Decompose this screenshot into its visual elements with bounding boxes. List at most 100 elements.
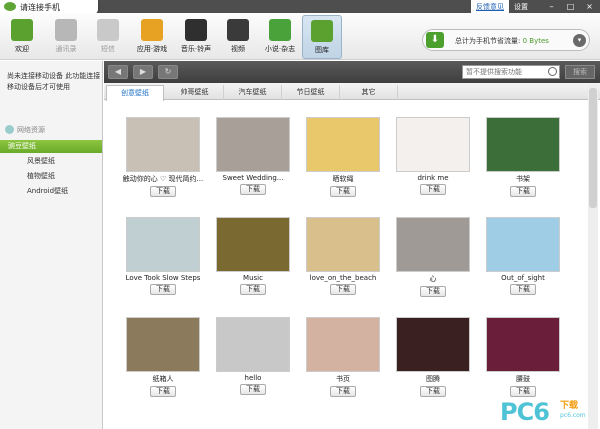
toolbar-label: 欢迎 xyxy=(15,45,29,53)
download-button[interactable]: 下载 xyxy=(330,386,356,397)
download-button[interactable]: 下载 xyxy=(240,184,266,195)
wallpaper-card[interactable]: 心下载 xyxy=(388,217,478,315)
search-icon[interactable] xyxy=(548,67,557,76)
wallpaper-card[interactable]: 图腾 下载 xyxy=(388,317,478,415)
wallpaper-card[interactable]: Out_of_sight 下载 xyxy=(478,217,568,315)
wallpaper-thumbnail[interactable] xyxy=(126,317,200,372)
window-title: 请连接手机 xyxy=(20,3,60,12)
section-label: 网络资源 xyxy=(17,126,45,134)
refresh-button[interactable]: ↻ xyxy=(158,65,178,79)
browser-nav-bar: ◀ ▶ ↻ 搜索 xyxy=(104,61,600,83)
toolbar-label: 短信 xyxy=(101,45,115,53)
scrollbar-thumb[interactable] xyxy=(589,88,597,208)
close-button[interactable]: × xyxy=(580,0,599,13)
traffic-saved-panel: ⬇ 总计为手机节省流量: 0 Bytes ▾ xyxy=(422,29,590,51)
wallpaper-caption: drink me xyxy=(417,174,449,182)
toolbar-welcome[interactable]: 欢迎 xyxy=(2,15,42,59)
download-button[interactable]: 下载 xyxy=(330,284,356,295)
download-button[interactable]: 下载 xyxy=(510,186,536,197)
toolbar-books[interactable]: 小说·杂志 xyxy=(260,15,300,59)
download-button[interactable]: 下载 xyxy=(510,284,536,295)
download-button[interactable]: 下载 xyxy=(150,386,176,397)
download-button[interactable]: 下载 xyxy=(240,384,266,395)
minimize-button[interactable]: – xyxy=(542,0,561,13)
search-button[interactable]: 搜索 xyxy=(565,65,595,79)
wallpaper-card[interactable]: 书页 下载 xyxy=(298,317,388,415)
toolbar-apps[interactable]: 应用·游戏 xyxy=(132,15,172,59)
book-icon xyxy=(269,19,291,41)
wallpaper-thumbnail[interactable] xyxy=(486,317,560,372)
wallpaper-card[interactable]: drink me 下载 xyxy=(388,117,478,215)
forward-button[interactable]: ▶ xyxy=(133,65,153,79)
watermark-url: pc6.com xyxy=(560,412,586,419)
toolbar-video[interactable]: 视频 xyxy=(218,15,258,59)
wallpaper-thumbnail[interactable] xyxy=(306,117,380,172)
pea-logo-icon xyxy=(4,2,16,11)
toolbar-contacts[interactable]: 通讯录 xyxy=(46,15,86,59)
download-button[interactable]: 下载 xyxy=(420,184,446,195)
wallpaper-caption: Love Took Slow Steps xyxy=(125,274,201,282)
wallpaper-thumbnail[interactable] xyxy=(216,217,290,272)
tab-creative[interactable]: 创意壁纸 xyxy=(106,85,164,101)
sidebar-item-android[interactable]: Android壁纸 xyxy=(27,186,68,196)
sidebar-item-plants[interactable]: 植物壁纸 xyxy=(27,171,55,181)
picture-icon xyxy=(311,20,333,42)
back-button[interactable]: ◀ xyxy=(108,65,128,79)
wallpaper-card[interactable]: love_on_the_beach 下载 xyxy=(298,217,388,315)
wallpaper-thumbnail[interactable] xyxy=(396,217,470,272)
apps-icon xyxy=(141,19,163,41)
wallpaper-card[interactable]: Love Took Slow Steps 下载 xyxy=(118,217,208,315)
wallpaper-thumbnail[interactable] xyxy=(486,217,560,272)
scrollbar[interactable] xyxy=(588,84,598,429)
search-input[interactable] xyxy=(462,65,560,79)
tab-cars[interactable]: 汽车壁纸 xyxy=(224,85,282,100)
toolbar-gallery[interactable]: 图库 xyxy=(302,15,342,59)
download-button[interactable]: 下载 xyxy=(420,286,446,297)
download-button[interactable]: 下载 xyxy=(510,386,536,397)
contacts-icon xyxy=(55,19,77,41)
wallpaper-caption: 书页 xyxy=(336,375,350,383)
wallpaper-caption: 纸箱人 xyxy=(152,375,174,383)
wallpaper-thumbnail[interactable] xyxy=(216,117,290,172)
tab-other[interactable]: 其它 xyxy=(340,85,398,100)
toolbar-music[interactable]: 音乐·铃声 xyxy=(176,15,216,59)
feedback-link[interactable]: 反馈意见 xyxy=(471,0,509,13)
wallpaper-thumbnail[interactable] xyxy=(486,117,560,172)
wallpaper-card[interactable]: 纸箱人 下载 xyxy=(118,317,208,415)
sidebar-item-landscape[interactable]: 风景壁纸 xyxy=(27,156,55,166)
wallpaper-caption: 触动你的心 ♡ 现代简约... xyxy=(122,175,204,183)
title-links: 反馈意见 设置 xyxy=(471,0,533,13)
wallpaper-thumbnail[interactable] xyxy=(216,317,290,372)
download-button[interactable]: 下载 xyxy=(330,186,356,197)
wallpaper-caption: 图腾 xyxy=(426,375,440,383)
sidebar-item-wandou-wallpaper[interactable]: 豌豆壁纸 xyxy=(0,140,102,153)
tab-handsome[interactable]: 帅哥壁纸 xyxy=(166,85,224,100)
wallpaper-card[interactable]: 晒软绳 下载 xyxy=(298,117,388,215)
toolbar-sms[interactable]: 短信 xyxy=(88,15,128,59)
wallpaper-card[interactable]: Sweet Wedding... 下载 xyxy=(208,117,298,215)
wallpaper-thumbnail[interactable] xyxy=(306,317,380,372)
category-tabs: 创意壁纸 帅哥壁纸 汽车壁纸 节日壁纸 其它 xyxy=(104,83,600,101)
wallpaper-card[interactable]: 触动你的心 ♡ 现代简约... 下载 xyxy=(118,117,208,215)
tab-holiday[interactable]: 节日壁纸 xyxy=(282,85,340,100)
wallpaper-caption: love_on_the_beach xyxy=(309,274,377,282)
traffic-value: 0 Bytes xyxy=(522,37,549,45)
traffic-dropdown-button[interactable]: ▾ xyxy=(573,34,586,47)
toolbar-label: 通讯录 xyxy=(55,45,77,53)
wallpaper-thumbnail[interactable] xyxy=(396,317,470,372)
wallpaper-thumbnail[interactable] xyxy=(126,117,200,172)
wallpaper-card[interactable]: Music 下载 xyxy=(208,217,298,315)
download-button[interactable]: 下载 xyxy=(150,284,176,295)
wallpaper-card[interactable]: hello 下载 xyxy=(208,317,298,415)
download-button[interactable]: 下载 xyxy=(420,386,446,397)
download-arrow-icon: ⬇ xyxy=(426,32,444,48)
wallpaper-thumbnail[interactable] xyxy=(396,117,470,172)
download-button[interactable]: 下载 xyxy=(150,186,176,197)
maximize-button[interactable]: □ xyxy=(561,0,580,13)
wallpaper-caption: 心 xyxy=(429,275,437,283)
download-button[interactable]: 下载 xyxy=(240,284,266,295)
wallpaper-thumbnail[interactable] xyxy=(306,217,380,272)
wallpaper-card[interactable]: 书架 下载 xyxy=(478,117,568,215)
wallpaper-thumbnail[interactable] xyxy=(126,217,200,272)
settings-link[interactable]: 设置 xyxy=(509,0,533,13)
